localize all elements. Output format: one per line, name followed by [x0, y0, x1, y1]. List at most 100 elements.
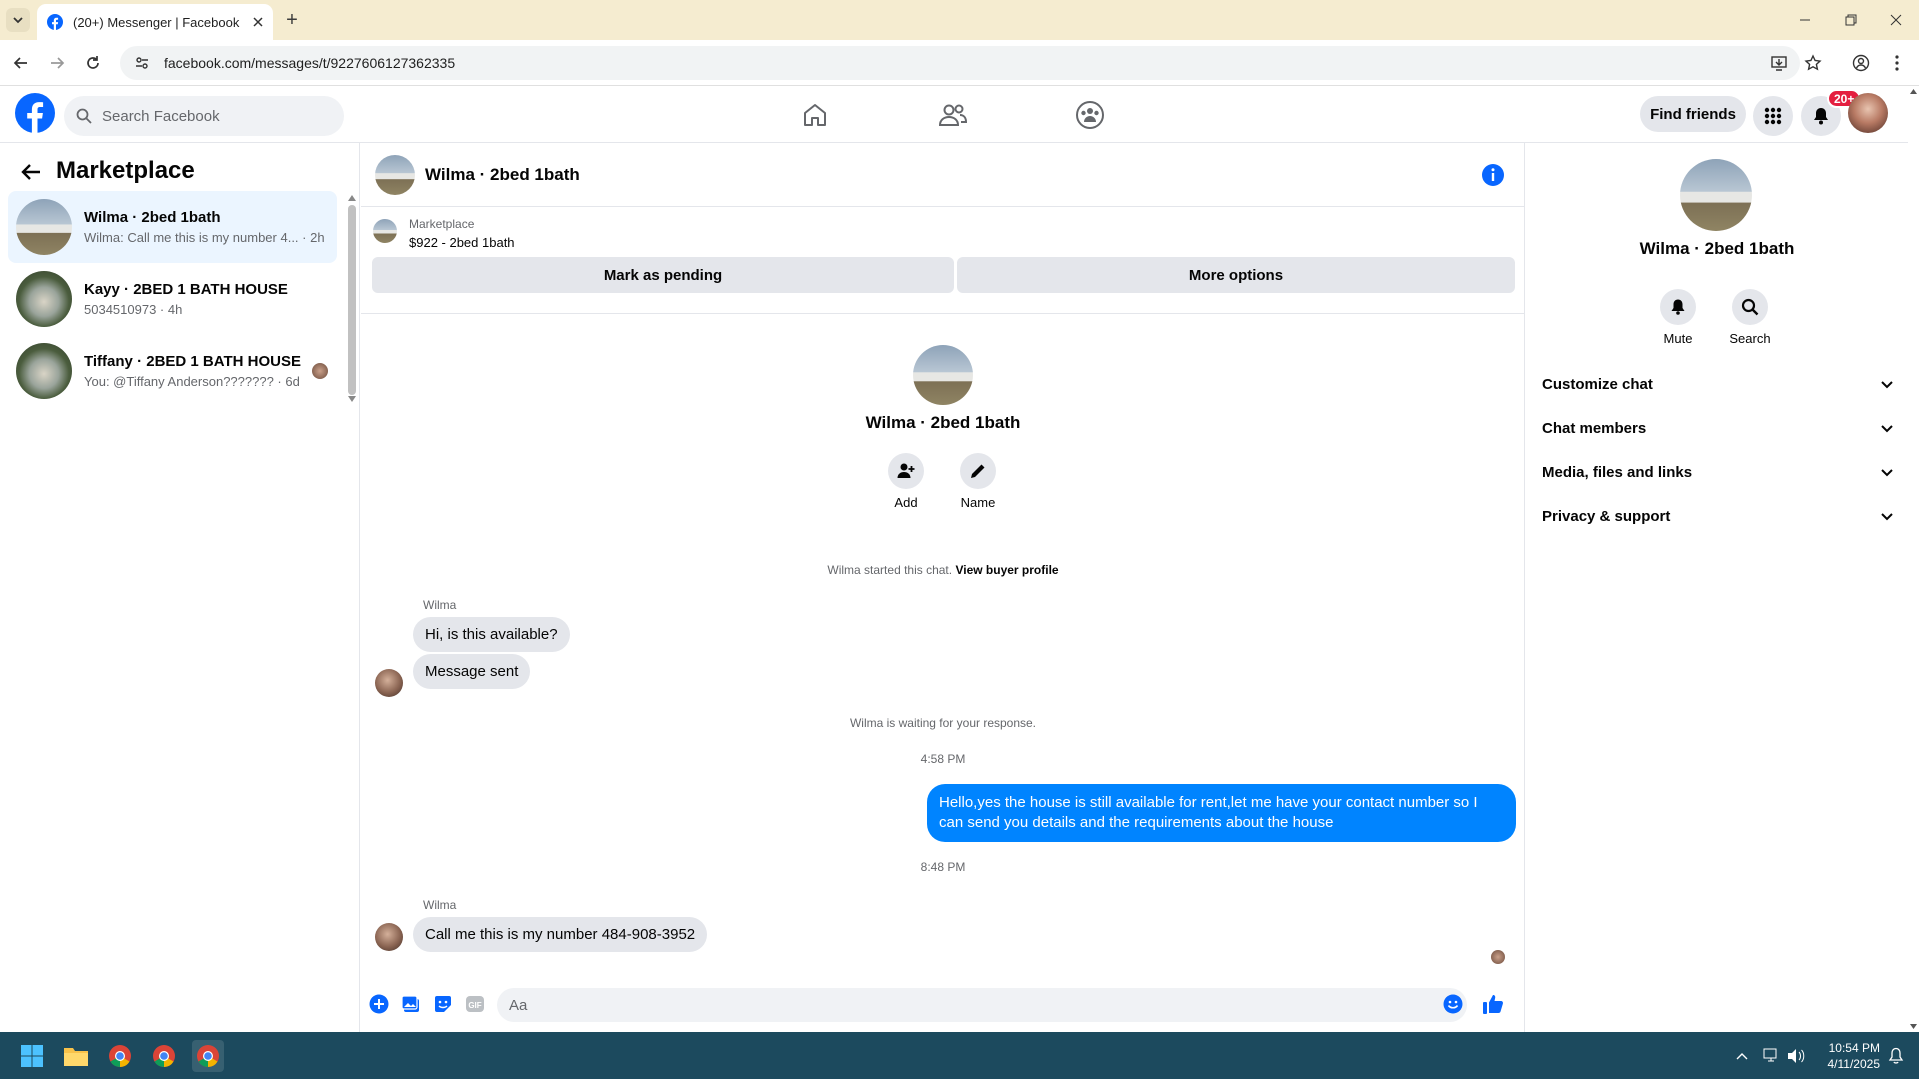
chrome-active-taskbar-button[interactable]: [192, 1040, 224, 1072]
arrow-left-icon: [13, 57, 27, 69]
section-chat-members[interactable]: Chat members: [1542, 410, 1894, 446]
message-bubble[interactable]: Call me this is my number 484-908-3952: [413, 917, 708, 952]
section-label: Customize chat: [1542, 375, 1653, 393]
chevron-down-icon: [1881, 469, 1893, 477]
message-input[interactable]: Aa: [497, 988, 1467, 1022]
scroll-up-arrow[interactable]: [348, 195, 356, 201]
bell-icon: [1671, 299, 1685, 315]
chrome-taskbar-button[interactable]: [104, 1040, 136, 1072]
more-actions-button[interactable]: [367, 992, 391, 1016]
show-hidden-icons-button[interactable]: [1726, 1040, 1758, 1072]
menu-button[interactable]: [1753, 96, 1793, 136]
scroll-arrows-icon: [1910, 89, 1917, 1029]
add-label: Add: [894, 495, 918, 510]
chrome-profile-taskbar-button[interactable]: [148, 1040, 180, 1072]
mute-button[interactable]: Mute: [1648, 289, 1708, 346]
back-button[interactable]: [20, 161, 42, 183]
gif-button[interactable]: GIF: [463, 992, 487, 1016]
mark-pending-button[interactable]: Mark as pending: [372, 257, 954, 293]
back-button[interactable]: [8, 50, 34, 76]
nav-home[interactable]: [795, 96, 835, 134]
chat-details-panel: Wilma · 2bed 1bath Mute Search Customize…: [1526, 143, 1908, 1032]
bookmark-button[interactable]: [1800, 50, 1826, 76]
url-text[interactable]: facebook.com/messages/t/9227606127362335: [164, 55, 455, 71]
listing-title[interactable]: $922 - 2bed 1bath: [409, 235, 515, 250]
search-conversation-button[interactable]: Search: [1720, 289, 1780, 346]
section-media-files-links[interactable]: Media, files and links: [1542, 454, 1894, 490]
conversation-item-kayy[interactable]: Kayy · 2BED 1 BATH HOUSE 5034510973 · 4h: [8, 263, 337, 335]
sender-avatar[interactable]: [375, 669, 403, 697]
nav-groups[interactable]: [1070, 96, 1110, 134]
section-privacy-support[interactable]: Privacy & support: [1542, 498, 1894, 534]
chrome-menu-button[interactable]: [1884, 50, 1910, 76]
section-customize-chat[interactable]: Customize chat: [1542, 366, 1894, 402]
close-icon[interactable]: [253, 17, 263, 27]
forward-button[interactable]: [44, 50, 70, 76]
browser-tab-messenger[interactable]: (20+) Messenger | Facebook: [37, 4, 273, 40]
site-settings-icon[interactable]: [134, 55, 150, 71]
facebook-logo[interactable]: [15, 93, 55, 133]
friends-icon: [938, 104, 968, 126]
attach-media-button[interactable]: [399, 992, 423, 1016]
marketplace-label: Marketplace: [409, 217, 475, 231]
conversation-item-tiffany[interactable]: Tiffany · 2BED 1 BATH HOUSE You: @Tiffan…: [8, 335, 337, 407]
bell-icon: [1814, 108, 1828, 125]
reload-icon: [87, 56, 99, 69]
search-placeholder: Search Facebook: [102, 107, 220, 125]
install-app-button[interactable]: [1766, 50, 1792, 76]
scroll-down-arrow[interactable]: [348, 396, 356, 402]
restore-icon: [1845, 14, 1857, 26]
clock-date: 4/11/2025: [1827, 1057, 1881, 1071]
chat-title[interactable]: Wilma · 2bed 1bath: [425, 165, 580, 185]
home-icon: [804, 104, 826, 126]
mute-label: Mute: [1663, 331, 1693, 346]
chat-panel: Wilma · 2bed 1bath Marketplace $922 - 2b…: [361, 143, 1525, 1032]
details-avatar[interactable]: [1680, 159, 1752, 231]
emoji-button[interactable]: [1441, 992, 1465, 1016]
timestamp: 4:58 PM: [920, 752, 966, 766]
file-explorer-button[interactable]: [60, 1040, 92, 1072]
my-message-bubble[interactable]: Hello,yes the house is still available f…: [927, 784, 1516, 842]
listing-thumbnail[interactable]: [373, 219, 397, 243]
nav-friends[interactable]: [933, 96, 973, 134]
page-scrollbar[interactable]: [1908, 86, 1919, 1032]
chevron-down-icon: [1881, 381, 1893, 389]
install-icon: [1771, 56, 1787, 71]
message-bubble[interactable]: Message sent: [413, 654, 531, 689]
minimize-button[interactable]: [1782, 0, 1828, 40]
add-people-button[interactable]: Add: [876, 453, 936, 510]
message-bubble[interactable]: Hi, is this available?: [413, 617, 570, 652]
facebook-search[interactable]: Search Facebook: [64, 96, 344, 136]
add-person-icon: [897, 463, 915, 478]
chat-profile-name: Wilma · 2bed 1bath: [865, 413, 1021, 432]
name-chat-button[interactable]: Name: [948, 453, 1008, 510]
conversation-info-button[interactable]: [1481, 163, 1505, 187]
message-input-placeholder: Aa: [509, 996, 528, 1014]
tab-search-button[interactable]: [6, 8, 30, 32]
address-bar[interactable]: facebook.com/messages/t/9227606127362335: [120, 46, 1800, 80]
chat-started-notice: Wilma started this chat. View buyer prof…: [361, 563, 1525, 577]
find-friends-button[interactable]: Find friends: [1640, 96, 1746, 132]
conversation-item-wilma[interactable]: Wilma · 2bed 1bath Wilma: Call me this i…: [8, 191, 337, 263]
new-tab-button[interactable]: +: [280, 8, 304, 32]
profile-button[interactable]: [1848, 50, 1874, 76]
sidebar-scrollbar[interactable]: [348, 205, 356, 395]
sticker-button[interactable]: [431, 992, 455, 1016]
start-button[interactable]: [16, 1040, 48, 1072]
notification-center-button[interactable]: [1880, 1040, 1912, 1072]
timestamp: 8:48 PM: [920, 860, 966, 874]
chevron-down-icon: [13, 17, 23, 24]
window-close-button[interactable]: [1873, 0, 1919, 40]
chrome-icon: [197, 1045, 219, 1067]
volume-button[interactable]: [1780, 1040, 1812, 1072]
view-buyer-profile-link[interactable]: View buyer profile: [955, 563, 1058, 577]
more-options-button[interactable]: More options: [957, 257, 1515, 293]
sender-avatar[interactable]: [375, 923, 403, 951]
send-like-button[interactable]: [1481, 992, 1505, 1016]
reload-button[interactable]: [80, 50, 106, 76]
system-clock[interactable]: 10:54 PM 4/11/2025: [1810, 1040, 1881, 1072]
minimize-icon: [1800, 19, 1810, 21]
chat-avatar[interactable]: [375, 154, 415, 195]
account-avatar[interactable]: [1848, 93, 1888, 133]
restore-button[interactable]: [1828, 0, 1874, 40]
